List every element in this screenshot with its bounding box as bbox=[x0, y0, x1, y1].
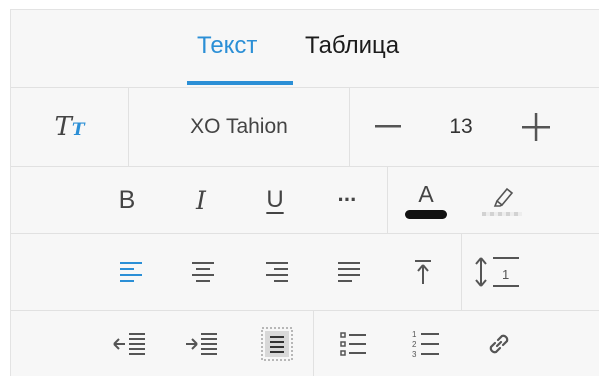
text-wrap-icon bbox=[261, 327, 293, 361]
vertical-align-top-button[interactable] bbox=[403, 234, 443, 310]
increase-size-button[interactable] bbox=[511, 88, 561, 166]
line-spacing-button[interactable]: 1 bbox=[473, 234, 523, 310]
increase-indent-icon bbox=[186, 333, 217, 355]
align-right-icon bbox=[266, 262, 288, 282]
line-spacing-icon: 1 bbox=[475, 257, 519, 287]
numbered-list-button[interactable]: 1 2 3 bbox=[403, 311, 447, 376]
tab-bar: Текст Таблица bbox=[11, 10, 599, 87]
tab-text[interactable]: Текст bbox=[197, 32, 257, 72]
align-center-icon bbox=[192, 262, 214, 282]
svg-text:3: 3 bbox=[412, 350, 417, 359]
text-format-panel: Текст Таблица TT XO Tahion 13 B I U ··· bbox=[10, 9, 599, 376]
highlighter-icon bbox=[482, 187, 522, 216]
more-options-button[interactable]: ··· bbox=[325, 167, 369, 233]
text-wrap-button[interactable] bbox=[255, 311, 299, 376]
divider bbox=[313, 311, 314, 376]
font-size-value: 13 bbox=[449, 115, 473, 138]
divider bbox=[349, 88, 350, 166]
align-justify-button[interactable] bbox=[329, 234, 369, 310]
align-left-button[interactable] bbox=[111, 234, 151, 310]
numbered-list-icon: 1 2 3 bbox=[412, 330, 439, 359]
link-icon bbox=[489, 334, 509, 354]
svg-text:1: 1 bbox=[412, 330, 417, 339]
svg-text:2: 2 bbox=[412, 340, 417, 349]
font-color-swatch bbox=[405, 209, 447, 219]
bulleted-list-icon bbox=[340, 332, 366, 356]
minus-icon bbox=[375, 125, 401, 128]
divider bbox=[387, 167, 388, 233]
font-color-button[interactable]: A bbox=[401, 167, 451, 233]
tab-table[interactable]: Таблица bbox=[305, 32, 399, 72]
italic-button[interactable]: I bbox=[179, 167, 223, 233]
align-left-icon bbox=[120, 262, 142, 282]
font-name-selector[interactable]: XO Tahion bbox=[129, 88, 349, 166]
line-spacing-value: 1 bbox=[502, 267, 509, 282]
decrease-indent-icon bbox=[113, 333, 145, 355]
font-name-label: XO Tahion bbox=[190, 115, 288, 138]
increase-indent-button[interactable] bbox=[179, 311, 223, 376]
underline-button[interactable]: U bbox=[253, 167, 297, 233]
align-right-button[interactable] bbox=[257, 234, 297, 310]
vertical-align-top-icon bbox=[415, 260, 431, 284]
decrease-size-button[interactable] bbox=[363, 88, 413, 166]
bold-button[interactable]: B bbox=[105, 167, 149, 233]
align-justify-icon bbox=[338, 262, 360, 282]
text-style-icon: TT bbox=[54, 112, 85, 142]
divider bbox=[461, 234, 462, 310]
align-center-button[interactable] bbox=[183, 234, 223, 310]
text-style-button[interactable]: TT bbox=[11, 88, 128, 166]
insert-link-button[interactable] bbox=[477, 311, 521, 376]
active-tab-indicator bbox=[187, 81, 293, 85]
highlight-button[interactable] bbox=[477, 167, 527, 233]
bulleted-list-button[interactable] bbox=[331, 311, 375, 376]
plus-icon bbox=[522, 113, 550, 141]
decrease-indent-button[interactable] bbox=[107, 311, 151, 376]
